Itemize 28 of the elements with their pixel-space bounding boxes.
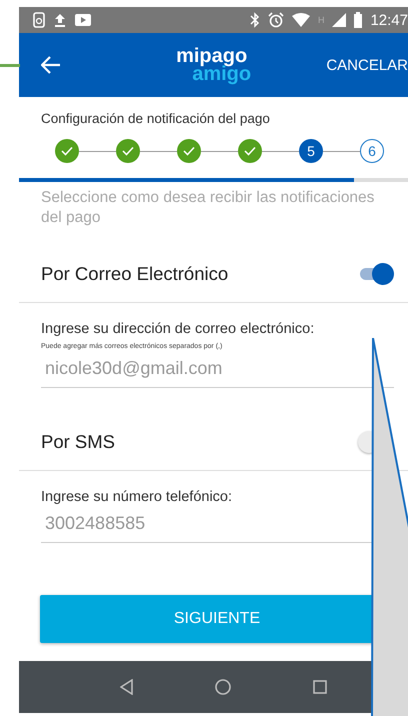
cancel-button[interactable]: CANCELAR xyxy=(326,56,408,74)
alarm-icon xyxy=(268,12,284,28)
step-number: 6 xyxy=(360,139,384,163)
intro-text: Seleccione como desea recibir las notificaciones del pago xyxy=(40,188,376,228)
wifi-icon xyxy=(292,13,310,27)
field-label: Ingrese su dirección de correo electrónico: xyxy=(41,321,316,337)
logo-wordmark: amigo xyxy=(192,65,252,83)
option-label: Por Correo Electrónico xyxy=(41,263,228,285)
back-arrow-icon xyxy=(41,56,61,74)
bluetooth-icon xyxy=(250,12,260,28)
battery-icon xyxy=(354,12,362,28)
phone-icon xyxy=(33,12,45,28)
home-nav-icon[interactable] xyxy=(215,679,232,695)
recents-nav-icon[interactable] xyxy=(313,680,328,694)
field-label: Ingrese su número telefónico: xyxy=(41,489,234,505)
input-field[interactable]: nicole30d@gmail.com xyxy=(41,350,394,388)
option-label: Por SMS xyxy=(41,431,116,453)
clock-time: 12:47 xyxy=(370,12,408,28)
step-number: 5 xyxy=(299,139,323,163)
logo-wordmark: mipago xyxy=(176,47,248,65)
back-nav-icon[interactable] xyxy=(120,679,134,695)
connector-line xyxy=(0,64,20,68)
wizard-title: Configuración de notificación del pago xyxy=(41,111,271,126)
signal-icon xyxy=(332,13,346,27)
video-icon xyxy=(75,14,91,26)
toggle-switch[interactable] xyxy=(358,262,394,286)
upload-icon xyxy=(54,13,66,27)
input-field[interactable]: 3002488585 xyxy=(41,505,394,543)
